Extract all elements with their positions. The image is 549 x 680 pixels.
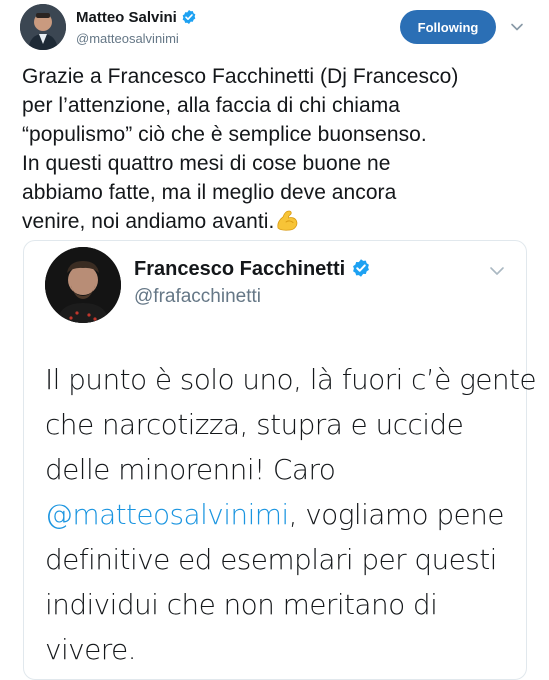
- author-name-text[interactable]: Matteo Salvini: [76, 9, 177, 26]
- quoted-text-line: delle minorenni! Caro: [45, 453, 336, 486]
- tweet-text: Grazie a Francesco Facchinetti (Dj Franc…: [22, 62, 527, 236]
- quoted-text-line: definitive ed esemplari per questi: [45, 543, 497, 576]
- quoted-tweet-text: Il punto è solo uno, là fuori c’è gente …: [45, 357, 537, 672]
- tweet-text-line: In questi quattro mesi di cose buone ne: [22, 152, 391, 175]
- profile-photo-icon: [20, 4, 66, 50]
- quoted-text-line: che narcotizza, stupra e uccide: [45, 408, 464, 441]
- quoted-text-line: vivere.: [45, 633, 137, 666]
- verified-badge-icon: [353, 259, 370, 277]
- quoted-profile-photo-icon: [45, 247, 121, 323]
- tweet-text-line: “populismo” ciò che è semplice buonsenso…: [22, 123, 427, 146]
- flexed-biceps-emoji-icon: [277, 210, 298, 231]
- quoted-avatar[interactable]: [45, 247, 121, 323]
- following-button[interactable]: Following: [400, 10, 496, 44]
- quoted-author-handle[interactable]: @frafacchinetti: [134, 286, 261, 308]
- tweet-text-line: venire, noi andiamo avanti.: [22, 207, 527, 236]
- quoted-author-name[interactable]: Francesco Facchinetti: [134, 258, 371, 281]
- quoted-text-line: @matteosalvinimi, vogliamo pene: [45, 492, 515, 537]
- quoted-text-line: individui che non meritano di: [45, 588, 438, 621]
- chevron-down-icon[interactable]: [510, 22, 524, 32]
- quoted-text-line: Il punto è solo uno, là fuori c’è gente: [45, 363, 537, 396]
- quoted-text-fragment: , vogliamo pene: [288, 498, 505, 531]
- tweet-text-line: abbiamo fatte, ma il meglio deve ancora: [22, 181, 397, 204]
- author-name[interactable]: Matteo Salvini: [76, 9, 197, 26]
- quoted-author-name-text[interactable]: Francesco Facchinetti: [134, 258, 345, 280]
- author-handle[interactable]: @matteosalvinimi: [76, 31, 179, 46]
- chevron-down-icon[interactable]: [489, 265, 505, 277]
- verified-badge-icon: [182, 10, 196, 24]
- quoted-tweet-card[interactable]: Francesco Facchinetti @frafacchinetti Il…: [23, 240, 537, 680]
- tweet-text-line: Grazie a Francesco Facchinetti (Dj Franc…: [22, 65, 459, 88]
- mention-link[interactable]: @matteosalvinimi: [45, 498, 289, 531]
- tweet-text-last-line: venire, noi andiamo avanti.: [22, 210, 275, 233]
- avatar[interactable]: [20, 4, 66, 50]
- tweet-text-line: per l’attenzione, alla faccia di chi chi…: [22, 94, 401, 117]
